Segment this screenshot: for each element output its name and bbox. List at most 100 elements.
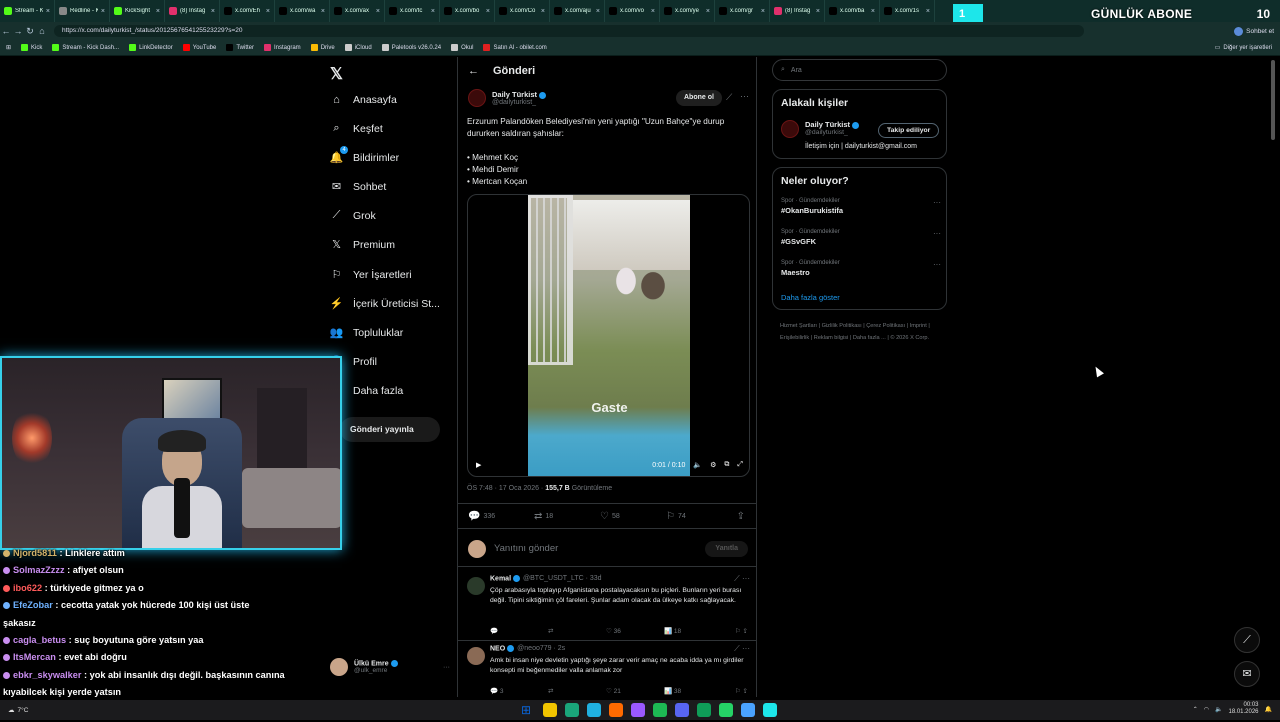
chat-username[interactable]: ebkr_skywalker	[13, 670, 81, 680]
sidebar-item-home[interactable]: ⌂ Anasayfa	[330, 93, 397, 106]
taskbar-app-icon[interactable]	[653, 703, 667, 717]
reply-item[interactable]: NEO @neoo779 · 2s ⟋ ··· Amk bi insan niye d…	[458, 641, 756, 697]
browser-tab[interactable]: x.com/ye ×	[660, 0, 715, 22]
subscribe-button[interactable]: Abone ol	[676, 90, 722, 106]
more-icon[interactable]: ···	[933, 229, 941, 238]
apps-icon[interactable]: ⊞	[6, 44, 11, 51]
chat-username[interactable]: SolmazZzzz	[13, 565, 65, 575]
browser-tab[interactable]: x.com/bo ×	[440, 0, 495, 22]
avatar[interactable]	[781, 120, 799, 138]
more-icon[interactable]: ⟋ ···	[734, 644, 750, 654]
taskbar-app-icon[interactable]	[719, 703, 733, 717]
reply-icon[interactable]: 💬 3	[490, 687, 548, 695]
footer-link[interactable]: Hizmet Şartları	[780, 323, 817, 329]
like-icon[interactable]: ♡ 36	[606, 627, 664, 635]
settings-icon[interactable]: ⚙	[710, 461, 716, 469]
avatar[interactable]	[468, 89, 486, 107]
more-icon[interactable]: ···	[933, 260, 941, 269]
share-action[interactable]: ⇪	[737, 511, 748, 522]
footer-link[interactable]: Gizlilik Politikası	[822, 323, 862, 329]
chat-username[interactable]: ibo622	[13, 583, 42, 593]
bookmark-item[interactable]: Paletools v26.0.24	[381, 44, 441, 51]
reply-button[interactable]: Yanıtla	[705, 540, 748, 557]
taskbar-app-icon[interactable]	[631, 703, 645, 717]
bookmark-icon[interactable]: ⚐ ⇪	[735, 627, 748, 635]
bookmark-item[interactable]: Twitter	[226, 44, 254, 51]
sidebar-item-creator[interactable]: ⚡ İçerik Üreticisi St...	[330, 297, 440, 311]
browser-tab[interactable]: Stream - Ki ×	[0, 0, 55, 22]
other-bookmarks[interactable]: ▭ Diğer yer işaretleri	[1215, 44, 1272, 52]
footer-link[interactable]: © 2026 X Corp.	[890, 335, 929, 341]
close-icon[interactable]: ×	[541, 8, 545, 15]
taskbar-app-icon[interactable]	[697, 703, 711, 717]
search-input[interactable]: ⌕ Ara	[772, 59, 947, 81]
sidebar-item-communities[interactable]: 👥 Topluluklar	[330, 326, 404, 340]
views-icon[interactable]: 📊 18	[664, 627, 722, 635]
grok-float-icon[interactable]: ⟋	[1234, 627, 1260, 653]
retweet-action[interactable]: ⇄ 18	[534, 511, 600, 522]
reply-input[interactable]: Yanıtını gönder	[494, 543, 697, 554]
browser-tab[interactable]: x.com/1s ×	[880, 0, 935, 22]
author-name[interactable]: Daily Türkist	[492, 90, 547, 99]
reply-author[interactable]: Kemal	[490, 575, 511, 582]
close-icon[interactable]: ×	[706, 8, 710, 15]
bookmark-item[interactable]: Drive	[310, 44, 335, 51]
browser-tab[interactable]: x.com/wa ×	[275, 0, 330, 22]
taskbar-app-icon[interactable]	[675, 703, 689, 717]
trend-item[interactable]: Spor · Gündemdekiler Maestro ···	[781, 260, 941, 277]
avatar[interactable]	[467, 577, 485, 595]
forward-icon[interactable]: →	[12, 26, 24, 36]
close-icon[interactable]: ×	[321, 8, 325, 15]
chat-username[interactable]: EfeZobar	[13, 600, 53, 610]
notification-icon[interactable]: 🔔	[1265, 706, 1272, 713]
following-button[interactable]: Takip ediliyor	[878, 123, 940, 138]
back-icon[interactable]: ←	[0, 26, 12, 36]
volume-icon[interactable]: 🔈	[1215, 706, 1222, 713]
video-player[interactable]: Gaste ▶ 0:01 / 0:10 🔈 ⚙ ⧉ ⤢	[467, 194, 750, 477]
taskbar-app-icon[interactable]	[763, 703, 777, 717]
browser-tab[interactable]: x.com/Eh ×	[220, 0, 275, 22]
related-name[interactable]: Daily Türkist	[805, 120, 860, 129]
close-icon[interactable]: ×	[761, 8, 765, 15]
close-icon[interactable]: ×	[101, 8, 105, 15]
chat-username[interactable]: Njord5811	[13, 548, 57, 558]
like-icon[interactable]: ♡ 21	[606, 687, 664, 695]
trend-item[interactable]: Spor · Gündemdekiler #GSvGFK ···	[781, 229, 941, 246]
browser-tab[interactable]: x.com/aju ×	[550, 0, 605, 22]
messages-float-icon[interactable]: ✉	[1234, 661, 1260, 687]
browser-tab[interactable]: (8) Instag ×	[165, 0, 220, 22]
close-icon[interactable]: ×	[486, 8, 490, 15]
footer-link[interactable]: Reklam bilgisi	[814, 335, 849, 341]
related-person[interactable]: Daily Türkist @dailyturkist_	[781, 120, 860, 138]
like-action[interactable]: ♡ 58	[600, 511, 666, 522]
bookmark-item[interactable]: iCloud	[344, 44, 372, 51]
bookmark-icon[interactable]: ⚐ ⇪	[735, 687, 748, 695]
chat-username[interactable]: ItsMercan	[13, 652, 56, 662]
reply-item[interactable]: Kemal @BTC_USDT_LTC · 33d ⟋ ··· Çöp arabası…	[458, 571, 756, 641]
sidebar-item-grok[interactable]: ⟋ Grok	[330, 209, 376, 222]
close-icon[interactable]: ×	[926, 8, 930, 15]
taskbar-app-icon[interactable]	[587, 703, 601, 717]
sidebar-item-x[interactable]: 𝕏 Premium	[330, 238, 395, 252]
scrollbar[interactable]	[1270, 60, 1276, 620]
fullscreen-icon[interactable]: ⤢	[737, 461, 743, 469]
reply-icon[interactable]: 💬	[490, 627, 548, 635]
chat-button[interactable]: Sohbet et	[1234, 26, 1274, 36]
sidebar-item-bell[interactable]: 🔔 4 Bildirimler	[330, 146, 399, 164]
more-icon[interactable]: ···	[933, 198, 941, 207]
browser-tab[interactable]: KickSight ×	[110, 0, 165, 22]
browser-tab[interactable]: x.com/vo ×	[605, 0, 660, 22]
show-more-link[interactable]: Daha fazla göster	[781, 293, 840, 302]
sidebar-item-search[interactable]: ⌕ Keşfet	[330, 122, 382, 135]
play-icon[interactable]: ▶	[476, 461, 481, 469]
bookmark-item[interactable]: Kick	[21, 44, 42, 51]
browser-tab[interactable]: x.com/Co ×	[495, 0, 550, 22]
clock[interactable]: 00:03 18.01.2026	[1228, 702, 1258, 716]
close-icon[interactable]: ×	[816, 8, 820, 15]
grok-icon[interactable]: ⟋	[726, 92, 732, 103]
bookmark-item[interactable]: Okul	[451, 44, 473, 51]
taskbar-app-icon[interactable]	[543, 703, 557, 717]
bookmark-item[interactable]: YouTube	[182, 44, 216, 51]
views-icon[interactable]: 📊 38	[664, 687, 722, 695]
footer-link[interactable]: Çerez Politikası	[866, 323, 905, 329]
